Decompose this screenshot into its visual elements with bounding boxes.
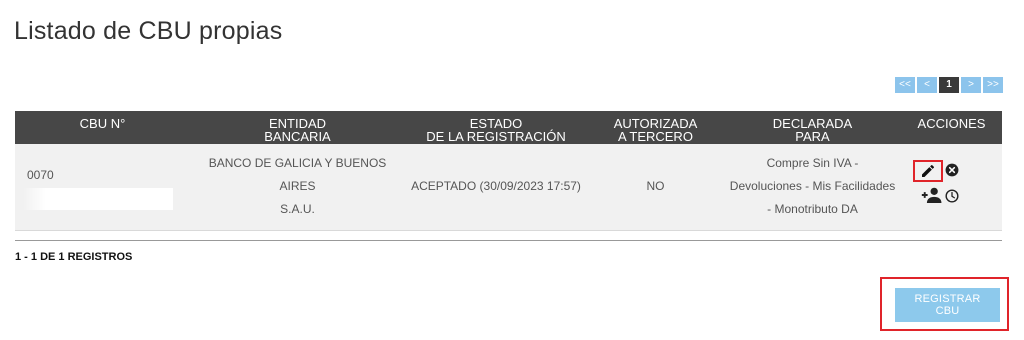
cell-cbu: 0070 xyxy=(15,144,190,231)
pagination-current[interactable]: 1 xyxy=(939,77,959,93)
cell-declarada: Compre Sin IVA - Devoluciones - Mis Facil… xyxy=(724,144,901,231)
table-header-row: CBU N° ENTIDAD BANCARIA ESTADO DE LA REGIS… xyxy=(15,111,1002,144)
table-row: 0070 BANCO DE GALICIA Y BUENOS AIRES S.A.… xyxy=(15,144,1002,231)
cbu-table: CBU N° ENTIDAD BANCARIA ESTADO DE LA REGIS… xyxy=(15,111,1002,231)
edit-button[interactable] xyxy=(913,160,943,182)
page-title: Listado de CBU propias xyxy=(14,16,283,45)
pagination-first[interactable]: << xyxy=(895,77,915,93)
cell-estado: ACEPTADO (30/09/2023 17:57) xyxy=(405,144,587,231)
header-estado: ESTADO DE LA REGISTRACIÓN xyxy=(405,111,587,144)
header-autorizada: AUTORIZADA A TERCERO xyxy=(587,111,724,144)
header-acciones: ACCIONES xyxy=(901,111,1002,144)
cell-entidad: BANCO DE GALICIA Y BUENOS AIRES S.A.U. xyxy=(190,144,405,231)
records-count: 1 - 1 DE 1 REGISTROS xyxy=(15,251,133,263)
register-cbu-button[interactable]: REGISTRAR CBU xyxy=(895,288,1000,322)
add-person-icon[interactable] xyxy=(921,187,943,203)
actions-group xyxy=(913,160,973,212)
cell-acciones xyxy=(901,144,1002,231)
table-divider xyxy=(15,240,1002,241)
header-entidad: ENTIDAD BANCARIA xyxy=(190,111,405,144)
pagination-next[interactable]: > xyxy=(961,77,981,93)
delete-icon[interactable] xyxy=(945,163,959,177)
edit-icon xyxy=(922,164,935,177)
header-declarada: DECLARADA PARA xyxy=(724,111,901,144)
masked-cbu-number xyxy=(23,187,173,210)
pagination-last[interactable]: >> xyxy=(983,77,1003,93)
pagination: << < 1 > >> xyxy=(895,77,1003,93)
pagination-prev[interactable]: < xyxy=(917,77,937,93)
header-cbu: CBU N° xyxy=(15,111,190,144)
clock-icon[interactable] xyxy=(945,189,959,203)
cell-autorizada: NO xyxy=(587,144,724,231)
